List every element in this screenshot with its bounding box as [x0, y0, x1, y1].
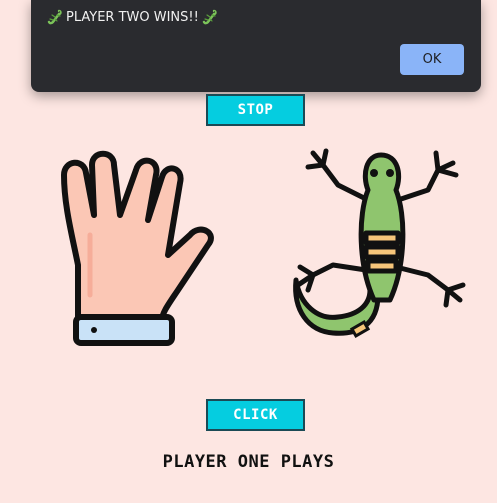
lizard-icon [293, 148, 466, 339]
alert-message-row: PLAYER TWO WINS!! [47, 9, 218, 25]
stop-button[interactable]: STOP [206, 94, 305, 126]
turn-status: PLAYER ONE PLAYS [162, 452, 335, 472]
lizard-emoji-icon [202, 9, 217, 25]
click-button[interactable]: CLICK [206, 399, 305, 431]
alert-message-text: PLAYER TWO WINS!! [66, 9, 199, 25]
spock-hand-icon [61, 150, 214, 346]
lizard-emoji-icon [47, 9, 62, 25]
alert-dialog: PLAYER TWO WINS!! OK [31, 0, 481, 92]
ok-button[interactable]: OK [400, 44, 464, 75]
